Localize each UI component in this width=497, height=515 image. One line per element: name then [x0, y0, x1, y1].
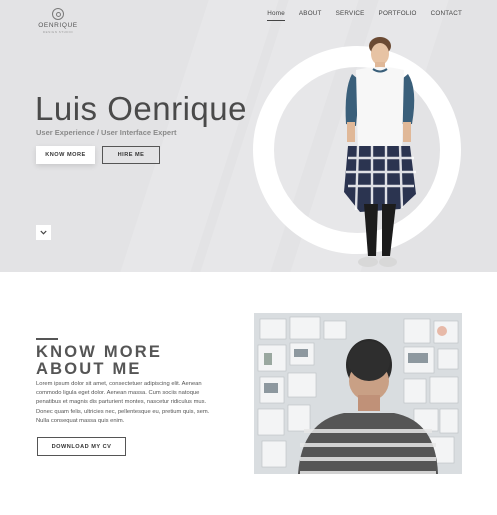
hero-section: OENRIQUE DESIGN STUDIO Home ABOUT SERVIC…	[0, 0, 497, 272]
about-body-text: Lorem ipsum dolor sit amet, consectetuer…	[36, 381, 210, 424]
nav-item-home[interactable]: Home	[267, 10, 285, 21]
site-logo[interactable]: OENRIQUE DESIGN STUDIO	[33, 8, 83, 34]
hero-subtitle: User Experience / User Interface Expert	[36, 128, 177, 137]
hero-portrait-image	[344, 37, 416, 267]
about-photo-image	[254, 313, 462, 474]
logo-mark-icon	[52, 8, 64, 20]
download-cv-button[interactable]: DOWNLOAD MY CV	[37, 437, 126, 456]
logo-tagline: DESIGN STUDIO	[42, 30, 74, 34]
hire-me-button[interactable]: HIRE ME	[102, 146, 160, 164]
chevron-down-icon	[40, 230, 47, 235]
logo-name: OENRIQUE	[38, 22, 78, 29]
know-more-button[interactable]: KNOW MORE	[36, 146, 95, 164]
hero-title: Luis Oenrique	[35, 90, 247, 127]
nav-item-service[interactable]: SERVICE	[336, 10, 365, 21]
scroll-down-button[interactable]	[36, 225, 51, 240]
about-title-line2: ABOUT ME	[36, 360, 142, 378]
about-divider	[36, 338, 58, 340]
about-title: KNOW MORE ABOUT ME	[36, 344, 236, 378]
nav-item-contact[interactable]: CONTACT	[431, 10, 462, 21]
nav-item-about[interactable]: ABOUT	[299, 10, 322, 21]
about-title-line1: KNOW MORE	[36, 343, 163, 361]
nav-item-portfolio[interactable]: PORTFOLIO	[379, 10, 417, 21]
main-nav: Home ABOUT SERVICE PORTFOLIO CONTACT	[267, 10, 462, 21]
